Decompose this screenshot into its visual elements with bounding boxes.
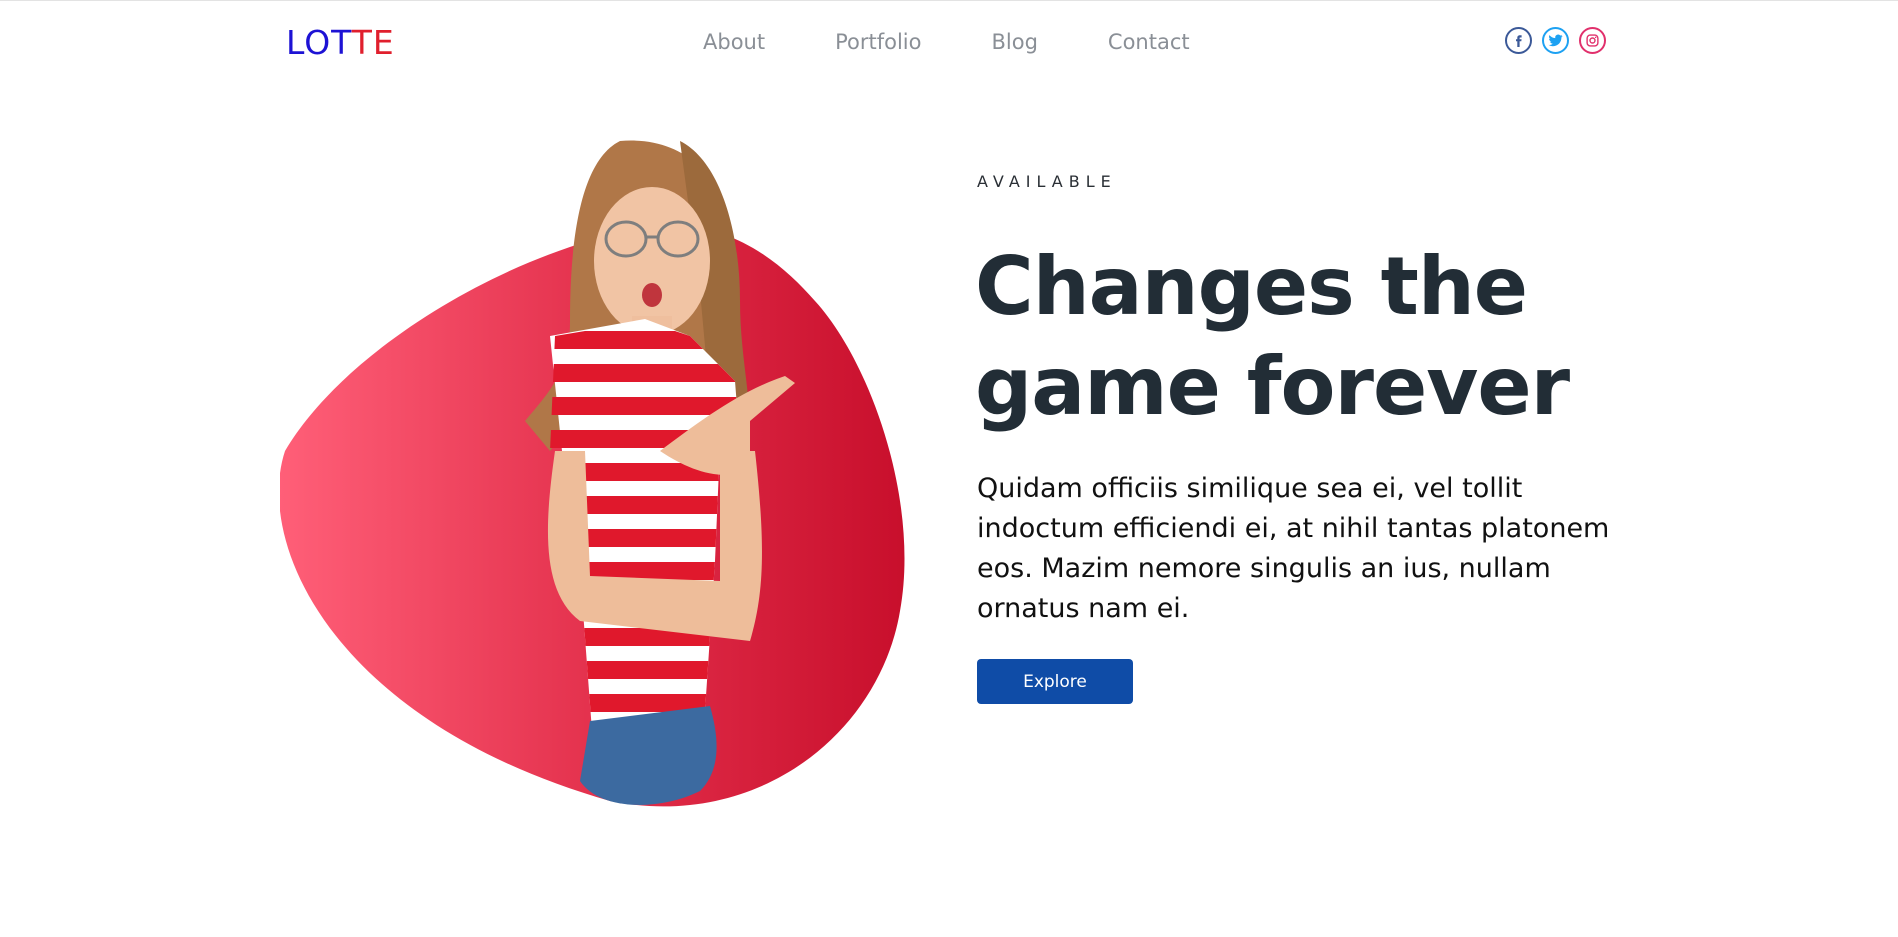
instagram-icon[interactable]: [1579, 27, 1606, 54]
social-links: [1505, 27, 1606, 54]
hero-illustration: [278, 121, 940, 841]
headline-line-2: game forever: [975, 340, 1570, 433]
logo-part-2: TE: [351, 23, 395, 62]
explore-button[interactable]: Explore: [977, 659, 1133, 704]
twitter-icon[interactable]: [1542, 27, 1569, 54]
hero-description: Quidam officiis similique sea ei, vel to…: [977, 473, 1610, 624]
main-nav: About Portfolio Blog Contact: [703, 29, 1260, 55]
hero-image: [278, 140, 905, 807]
nav-contact[interactable]: Contact: [1108, 29, 1190, 55]
nav-portfolio[interactable]: Portfolio: [835, 29, 921, 55]
nav-blog[interactable]: Blog: [991, 29, 1037, 55]
logo-part-1: LOT: [286, 23, 352, 62]
logo[interactable]: LOTTE: [286, 21, 395, 65]
nav-about[interactable]: About: [703, 29, 765, 55]
headline-line-1: Changes the: [975, 240, 1528, 333]
facebook-icon[interactable]: [1505, 27, 1532, 54]
eyebrow-label: AVAILABLE: [977, 172, 1117, 191]
hero-headline: Changes the game forever: [975, 237, 1675, 437]
